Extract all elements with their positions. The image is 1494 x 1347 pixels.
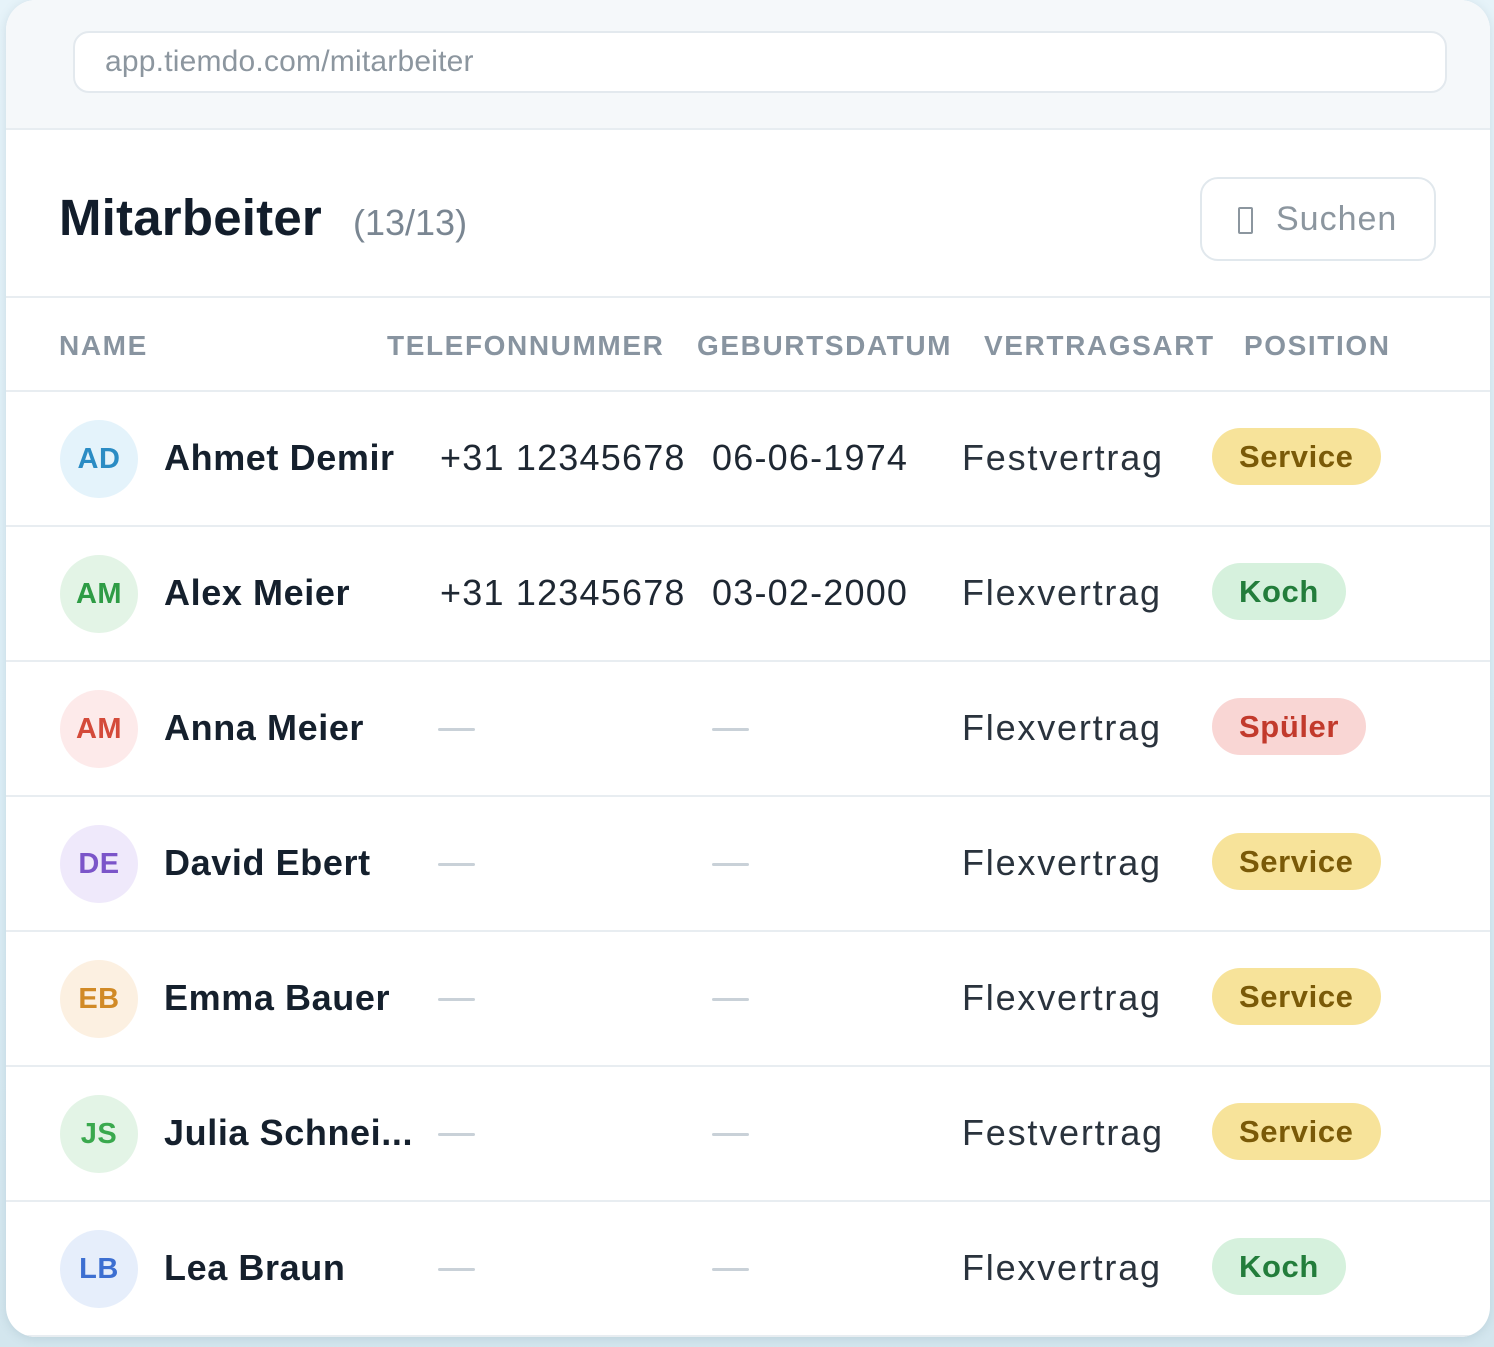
- app-window: app.tiemdo.com/mitarbeiter Mitarbeiter (…: [6, 0, 1490, 1337]
- employee-name[interactable]: Lea Braun: [164, 1247, 345, 1289]
- employee-name[interactable]: Alex Meier: [164, 572, 350, 614]
- table-row[interactable]: AM Anna Meier Flexvertrag Spüler: [6, 662, 1490, 797]
- empty-phone-dash: [438, 728, 475, 731]
- column-header-birthdate[interactable]: GEBURTSDATUM: [697, 330, 952, 362]
- avatar: EB: [60, 960, 138, 1038]
- column-header-position[interactable]: POSITION: [1244, 330, 1391, 362]
- empty-phone-dash: [438, 1268, 475, 1271]
- phone-cell: +31 12345678: [440, 572, 686, 613]
- table-row[interactable]: AD Ahmet Demir +31 12345678 06-06-1974 Festv…: [6, 392, 1490, 527]
- search-label: Suchen: [1276, 200, 1398, 238]
- avatar: AM: [60, 690, 138, 768]
- column-header-phone[interactable]: TELEFONNUMMER: [387, 330, 664, 362]
- position-badge: Koch: [1212, 1238, 1346, 1295]
- empty-birthdate-dash: [712, 1268, 749, 1271]
- row-divider: [6, 1335, 1490, 1337]
- header-divider: [6, 296, 1490, 298]
- empty-birthdate-dash: [712, 1133, 749, 1136]
- position-badge: Koch: [1212, 563, 1346, 620]
- empty-birthdate-dash: [712, 728, 749, 731]
- search-icon: [1238, 207, 1253, 234]
- phone-cell: +31 12345678: [440, 437, 686, 478]
- column-header-contract[interactable]: VERTRAGSART: [984, 330, 1215, 362]
- employee-name[interactable]: Emma Bauer: [164, 977, 390, 1019]
- contract-cell: Flexvertrag: [962, 842, 1162, 883]
- contract-cell: Flexvertrag: [962, 572, 1162, 613]
- table-row[interactable]: EB Emma Bauer Flexvertrag Service: [6, 932, 1490, 1067]
- avatar: AD: [60, 420, 138, 498]
- empty-birthdate-dash: [712, 998, 749, 1001]
- employee-count: (13/13): [353, 202, 468, 243]
- employee-name[interactable]: David Ebert: [164, 842, 371, 884]
- contract-cell: Festvertrag: [962, 437, 1164, 478]
- address-bar[interactable]: app.tiemdo.com/mitarbeiter: [73, 31, 1447, 93]
- avatar: JS: [60, 1095, 138, 1173]
- birthdate-cell: 06-06-1974: [712, 437, 909, 478]
- employee-name[interactable]: Anna Meier: [164, 707, 364, 749]
- search-button[interactable]: Suchen: [1200, 177, 1436, 261]
- avatar: AM: [60, 555, 138, 633]
- employee-name[interactable]: Ahmet Demir: [164, 437, 395, 479]
- browser-bar: app.tiemdo.com/mitarbeiter: [6, 0, 1490, 130]
- birthdate-cell: 03-02-2000: [712, 572, 909, 613]
- position-badge: Service: [1212, 428, 1381, 485]
- avatar: LB: [60, 1230, 138, 1308]
- empty-phone-dash: [438, 1133, 475, 1136]
- position-badge: Spüler: [1212, 698, 1367, 755]
- empty-birthdate-dash: [712, 863, 749, 866]
- position-badge: Service: [1212, 833, 1381, 890]
- contract-cell: Festvertrag: [962, 1112, 1164, 1153]
- empty-phone-dash: [438, 998, 475, 1001]
- position-badge: Service: [1212, 1103, 1381, 1160]
- table-row[interactable]: AM Alex Meier +31 12345678 03-02-2000 Flexve…: [6, 527, 1490, 662]
- contract-cell: Flexvertrag: [962, 707, 1162, 748]
- position-badge: Service: [1212, 968, 1381, 1025]
- table-row[interactable]: DE David Ebert Flexvertrag Service: [6, 797, 1490, 932]
- page-title: Mitarbeiter: [59, 189, 322, 246]
- contract-cell: Flexvertrag: [962, 977, 1162, 1018]
- column-header-name[interactable]: NAME: [59, 330, 148, 362]
- table-row[interactable]: JS Julia Schnei... Festvertrag Service: [6, 1067, 1490, 1202]
- contract-cell: Flexvertrag: [962, 1247, 1162, 1288]
- avatar: DE: [60, 825, 138, 903]
- employee-name[interactable]: Julia Schnei...: [164, 1112, 413, 1154]
- empty-phone-dash: [438, 863, 475, 866]
- table-row[interactable]: LB Lea Braun Flexvertrag Koch: [6, 1202, 1490, 1337]
